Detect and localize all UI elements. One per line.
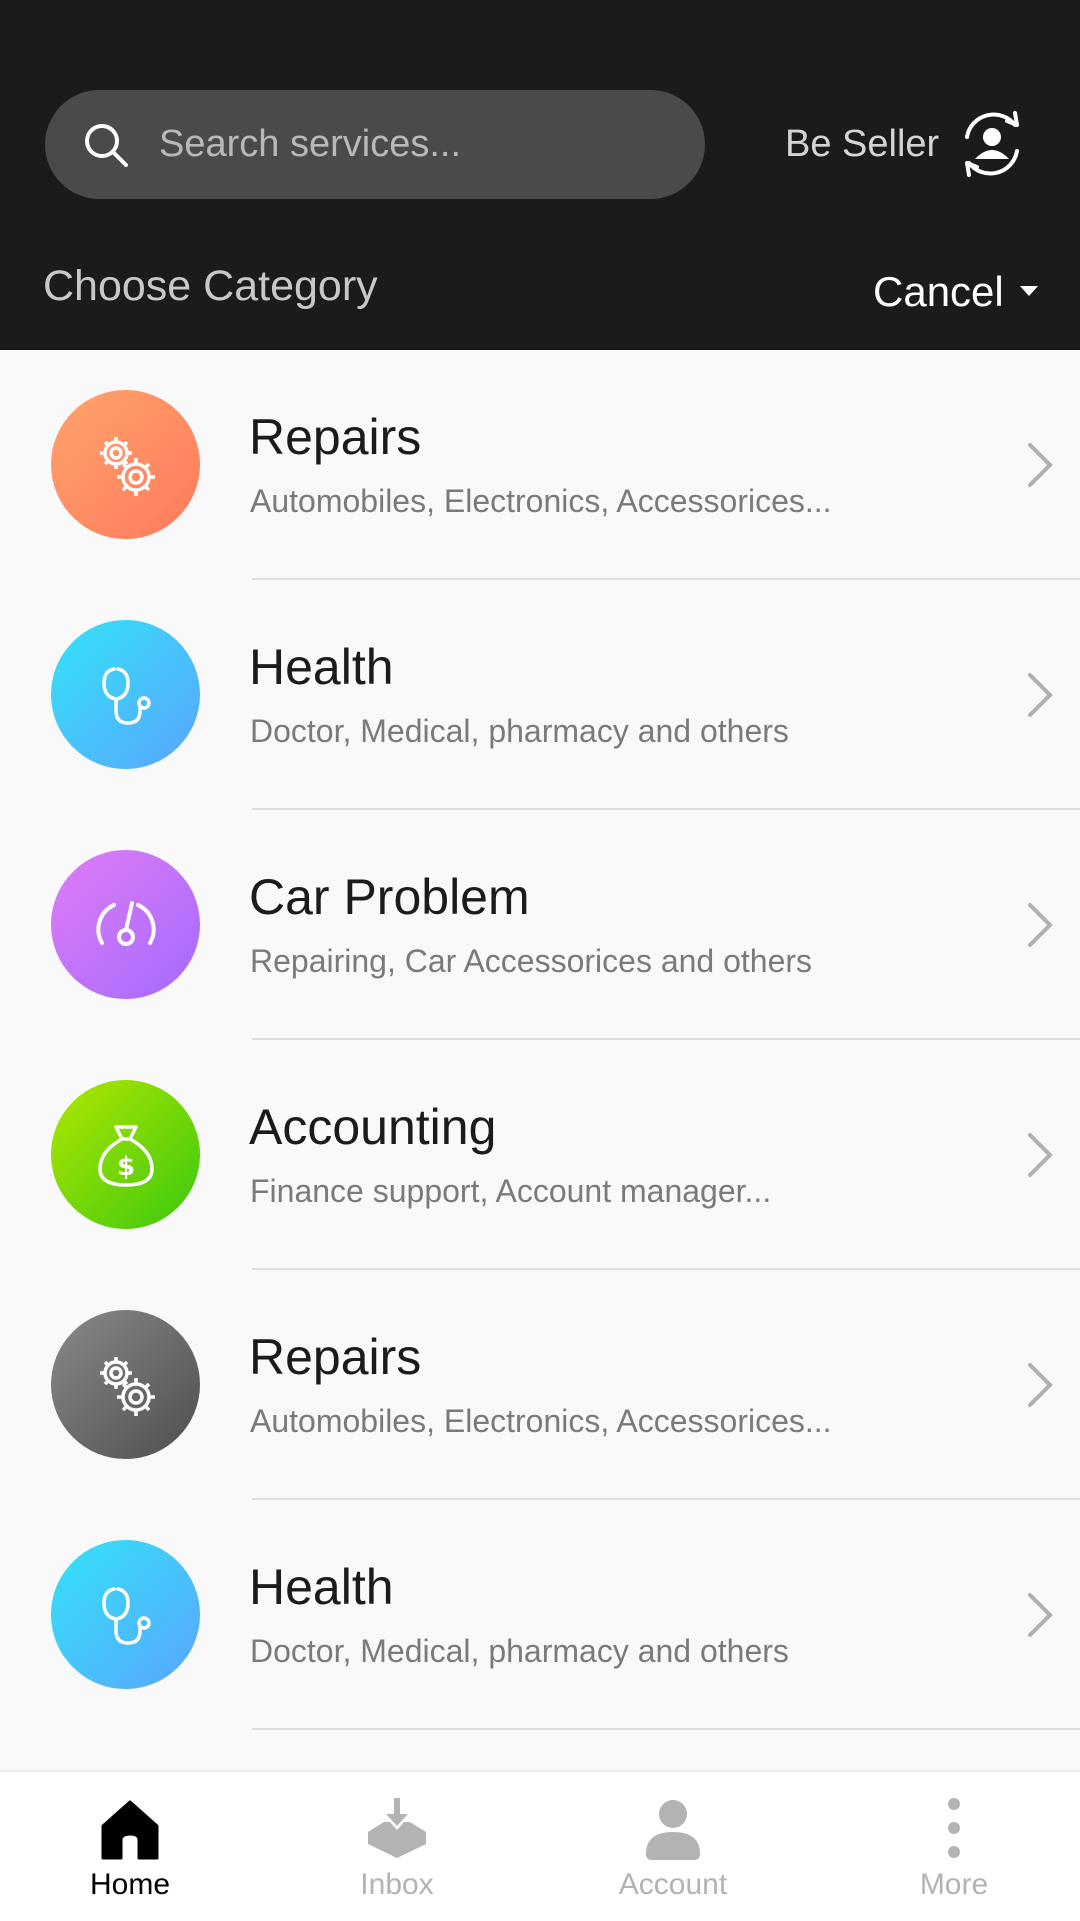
nav-label: Account	[618, 1868, 728, 1901]
more-icon	[948, 1798, 960, 1858]
stethoscope-icon	[101, 666, 151, 725]
nav-inbox[interactable]: Inbox	[297, 1772, 497, 1921]
account-icon	[646, 1800, 700, 1860]
search-icon	[85, 124, 128, 167]
speedometer-icon	[95, 900, 156, 946]
stethoscope-icon	[101, 1586, 151, 1645]
nav-account[interactable]: Account	[573, 1772, 773, 1921]
gears-icon	[99, 436, 155, 496]
category-icon-circle	[51, 390, 200, 539]
category-subtitle: Finance support, Account manager...	[250, 1173, 772, 1209]
choose-category-heading: Choose Category	[43, 262, 378, 310]
gears-icon	[99, 1356, 155, 1416]
category-subtitle: Automobiles, Electronics, Accessorices..…	[250, 1403, 832, 1439]
category-subtitle: Repairing, Car Accessorices and others	[250, 943, 813, 979]
category-icon-circle	[51, 1310, 200, 1459]
category-row-car-problem[interactable]: Car Problem Repairing, Car Accessorices …	[0, 810, 1080, 1040]
svg-text:$: $	[116, 1152, 134, 1182]
category-subtitle: Automobiles, Electronics, Accessorices..…	[250, 483, 832, 519]
category-title: Car Problem	[249, 869, 530, 925]
search-bar[interactable]	[45, 90, 705, 199]
nav-more[interactable]: More	[854, 1772, 1054, 1921]
switch-account-icon	[965, 111, 1020, 177]
chevron-right-icon	[1028, 1133, 1053, 1177]
category-icon-circle: $	[51, 1080, 200, 1229]
category-title: Accounting	[249, 1099, 497, 1155]
category-icon-circle	[51, 1540, 200, 1689]
chevron-right-icon	[1028, 443, 1053, 487]
bottom-nav: Home Inbox Account More	[0, 1770, 1080, 1921]
search-input[interactable]	[159, 90, 679, 199]
nav-label: Home	[89, 1868, 171, 1901]
nav-label: More	[919, 1868, 989, 1901]
be-seller-button[interactable]: Be Seller	[785, 104, 1029, 184]
be-seller-label: Be Seller	[785, 122, 940, 165]
chevron-right-icon	[1028, 673, 1053, 717]
chevron-right-icon	[1028, 1363, 1053, 1407]
category-title: Repairs	[249, 409, 422, 465]
chevron-right-icon	[1028, 1593, 1053, 1637]
category-title: Health	[249, 639, 394, 695]
category-title: Health	[249, 1559, 394, 1615]
inbox-icon	[368, 1798, 426, 1858]
cancel-dropdown[interactable]: Cancel	[873, 268, 1038, 316]
money-bag-icon: $	[97, 1124, 154, 1187]
category-row-health[interactable]: Health Doctor, Medical, pharmacy and oth…	[0, 580, 1080, 810]
category-row-repairs[interactable]: Repairs Automobiles, Electronics, Access…	[0, 1270, 1080, 1500]
nav-home[interactable]: Home	[30, 1772, 230, 1921]
category-row-repairs[interactable]: Repairs Automobiles, Electronics, Access…	[0, 350, 1080, 580]
chevron-right-icon	[1028, 903, 1053, 947]
cancel-label: Cancel	[873, 268, 1004, 315]
category-list: Repairs Automobiles, Electronics, Access…	[0, 350, 1080, 1730]
category-icon-circle	[51, 620, 200, 769]
home-icon	[101, 1800, 159, 1860]
category-icon-circle	[51, 850, 200, 999]
row-divider	[252, 1728, 1080, 1730]
category-subtitle: Doctor, Medical, pharmacy and others	[250, 713, 789, 749]
category-subtitle: Doctor, Medical, pharmacy and others	[250, 1633, 789, 1669]
top-header: Be Seller Choose Category Cancel	[0, 0, 1080, 350]
nav-label: Inbox	[360, 1868, 434, 1901]
category-row-health[interactable]: Health Doctor, Medical, pharmacy and oth…	[0, 1500, 1080, 1730]
caret-down-icon	[1019, 286, 1038, 296]
category-row-accounting[interactable]: $ Accounting Finance support, Account ma…	[0, 1040, 1080, 1270]
category-title: Repairs	[249, 1329, 422, 1385]
